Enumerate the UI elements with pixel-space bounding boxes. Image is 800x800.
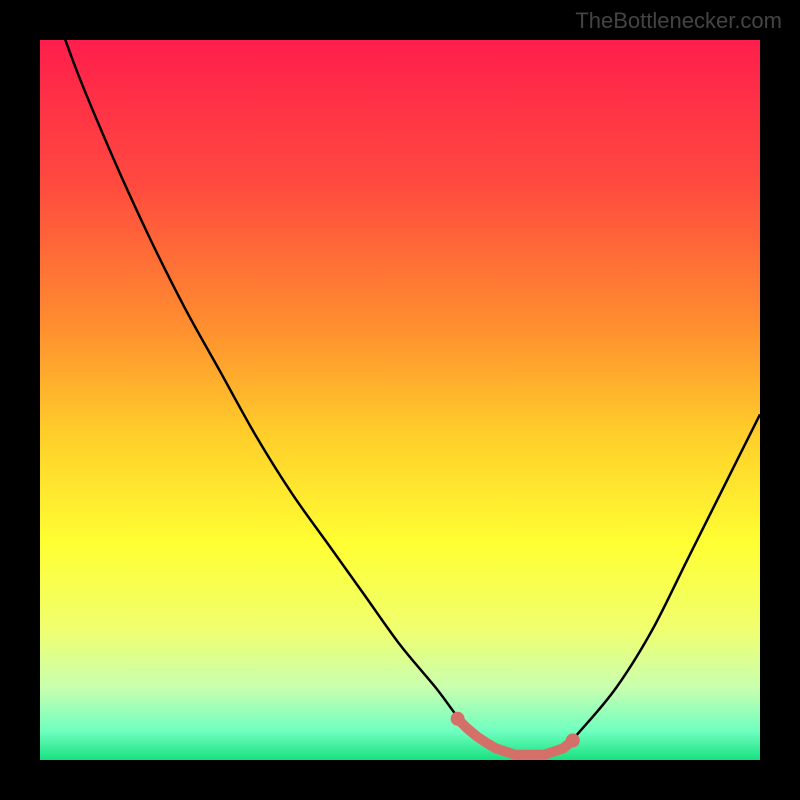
plot-area [40,40,760,760]
optimal-zone-marker [458,719,573,755]
marker-start-dot [451,712,465,726]
watermark-text: TheBottlenecker.com [575,8,782,34]
curve-layer [40,40,760,760]
chart-container: TheBottlenecker.com [0,0,800,800]
bottleneck-curve [40,40,760,754]
marker-end-dot [566,733,580,747]
